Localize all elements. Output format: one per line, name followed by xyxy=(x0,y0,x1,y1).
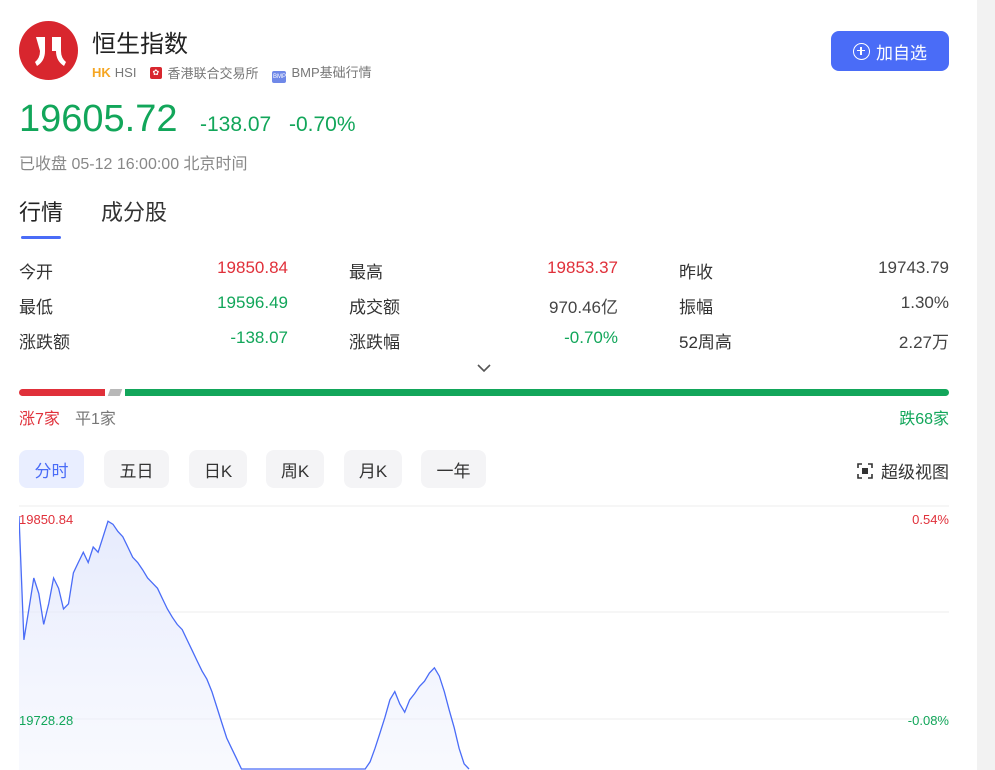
stat-value: 970.46亿 xyxy=(549,298,618,317)
add-to-watchlist-label: 加自选 xyxy=(876,43,927,63)
stat-value: 2.27万 xyxy=(898,333,949,352)
stats-row: 涨跌额 -138.07 涨跌幅 -0.70% 52周高 2.27万 xyxy=(19,328,949,352)
exchange-name: 香港联合交易所 xyxy=(167,66,259,81)
index-meta: HKHSI 香港联合交易所 BMP BMP基础行情 xyxy=(92,62,372,83)
stat-label: 最高 xyxy=(349,263,383,282)
data-source-name: BMP基础行情 xyxy=(291,65,372,80)
period-5day-button[interactable]: 五日 xyxy=(104,450,169,488)
data-source-tag: BMP BMP基础行情 xyxy=(272,62,372,83)
advance-decline-bar xyxy=(19,389,949,396)
period-daily-k-button[interactable]: 日K xyxy=(189,450,247,488)
market-status: 已收盘 05-12 16:00:00 北京时间 xyxy=(19,156,248,173)
stat-label: 成交额 xyxy=(349,298,400,317)
hang-seng-logo-icon xyxy=(35,37,66,66)
chart-y-pct-high: 0.54% xyxy=(912,512,949,527)
stat-label: 今开 xyxy=(19,263,53,282)
chart-y-pct-base: -0.08% xyxy=(908,713,949,728)
super-view-label: 超级视图 xyxy=(881,463,949,482)
period-monthly-k-button[interactable]: 月K xyxy=(344,450,402,488)
exchange-tag: 香港联合交易所 xyxy=(150,63,258,82)
chart-y-label-base: 19728.28 xyxy=(19,713,73,728)
stat-label: 振幅 xyxy=(679,298,713,317)
add-to-watchlist-button[interactable]: 加自选 xyxy=(831,31,949,71)
advance-segment xyxy=(19,389,105,396)
hk-flag-icon xyxy=(150,67,163,79)
period-1year-button[interactable]: 一年 xyxy=(421,450,486,488)
price-change: -138.07 xyxy=(200,113,272,136)
stat-label: 最低 xyxy=(19,298,53,317)
tab-constituents[interactable]: 成分股 xyxy=(101,195,167,239)
flat-segment xyxy=(107,389,123,396)
chevron-down-icon[interactable] xyxy=(476,362,492,374)
tab-quote[interactable]: 行情 xyxy=(19,195,63,239)
stat-value: 19596.49 xyxy=(217,293,288,312)
price-area xyxy=(19,516,469,770)
fullscreen-icon xyxy=(857,462,873,479)
stat-value: 19743.79 xyxy=(878,258,949,277)
stat-value: 1.30% xyxy=(900,293,949,312)
symbol-code: HSI xyxy=(114,65,137,80)
decline-segment xyxy=(125,389,949,396)
period-weekly-k-button[interactable]: 周K xyxy=(266,450,324,488)
stat-label: 52周高 xyxy=(679,333,732,352)
chart-plot xyxy=(19,515,470,770)
index-logo xyxy=(19,21,78,80)
period-intraday-button[interactable]: 分时 xyxy=(19,450,84,488)
quote-tabs: 行情 成分股 xyxy=(19,195,167,239)
chart-y-label-high: 19850.84 xyxy=(19,512,73,527)
scrollbar-track[interactable] xyxy=(977,0,995,770)
current-price: 19605.72 xyxy=(19,98,178,140)
stat-value: -138.07 xyxy=(230,328,288,347)
stat-value: 19853.37 xyxy=(547,258,618,277)
plus-circle-icon xyxy=(853,42,870,60)
stat-label: 涨跌幅 xyxy=(349,333,400,352)
price-change-percent: -0.70% xyxy=(289,113,356,136)
advance-count: 涨7家 xyxy=(19,411,60,428)
decline-count: 跌68家 xyxy=(899,411,949,428)
stat-value: 19850.84 xyxy=(217,258,288,277)
flat-count: 平1家 xyxy=(75,411,116,428)
super-view-button[interactable]: 超级视图 xyxy=(857,458,949,483)
index-title: 恒生指数 xyxy=(92,31,188,58)
stat-label: 昨收 xyxy=(679,263,713,282)
stats-row: 最低 19596.49 成交额 970.46亿 振幅 1.30% xyxy=(19,293,949,317)
intraday-chart[interactable]: 19850.84 19728.28 0.54% -0.08% xyxy=(19,505,949,770)
market-tag: HK xyxy=(92,65,111,80)
stats-row: 今开 19850.84 最高 19853.37 昨收 19743.79 xyxy=(19,258,949,282)
bmp-icon: BMP xyxy=(272,71,287,83)
stat-value: -0.70% xyxy=(564,328,618,347)
stat-label: 涨跌额 xyxy=(19,333,70,352)
symbol-tag: HK HSI xyxy=(92,65,136,80)
